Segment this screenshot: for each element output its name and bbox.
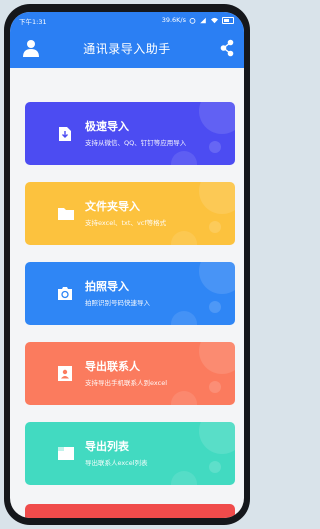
- photo-import-card[interactable]: 拍照导入 拍照识别号码快速导入: [25, 262, 235, 325]
- battery-icon: [222, 16, 234, 24]
- card-title: 拍照导入: [85, 280, 129, 293]
- app-screen: 下午1:31 39.6K/s 通讯录导入助手 极速导入 支持从微信、QQ、钉钉等…: [10, 12, 244, 518]
- wifi-icon: [211, 17, 218, 23]
- status-bar: 下午1:31 39.6K/s: [10, 12, 244, 28]
- partial-card[interactable]: [25, 504, 235, 518]
- decor-circle: [209, 381, 221, 393]
- card-subtitle: 支持从微信、QQ、钉钉等应用导入: [85, 139, 187, 147]
- card-title: 文件夹导入: [85, 200, 140, 213]
- decor-circle: [199, 262, 235, 294]
- decor-circle: [199, 102, 235, 134]
- folder-import-card[interactable]: 文件夹导入 支持excel、txt、vcf等格式: [25, 182, 235, 245]
- fast-import-card[interactable]: 极速导入 支持从微信、QQ、钉钉等应用导入: [25, 102, 235, 165]
- decor-circle: [171, 471, 197, 485]
- decor-circle: [171, 231, 197, 245]
- card-title: 导出联系人: [85, 360, 140, 373]
- decor-circle: [209, 141, 221, 153]
- card-subtitle: 拍照识别号码快速导入: [85, 299, 150, 307]
- status-time: 下午1:31: [19, 18, 47, 26]
- camera-icon: [58, 287, 72, 300]
- card-subtitle: 导出联系人excel列表: [85, 459, 148, 467]
- list-file-icon: [58, 447, 74, 460]
- decor-circle: [171, 311, 197, 325]
- card-title: 导出列表: [85, 440, 129, 453]
- decor-circle: [209, 221, 221, 233]
- share-icon[interactable]: [220, 39, 234, 57]
- card-title: 极速导入: [85, 120, 129, 133]
- decor-circle: [209, 461, 221, 473]
- alarm-icon: [189, 17, 196, 24]
- network-speed: 39.6K/s: [161, 16, 186, 24]
- export-list-card[interactable]: 导出列表 导出联系人excel列表: [25, 422, 235, 485]
- signal-icon: [200, 17, 206, 23]
- contact-card-icon: [58, 366, 72, 381]
- download-file-icon: [59, 127, 71, 141]
- app-header: 通讯录导入助手: [10, 28, 244, 68]
- card-subtitle: 支持excel、txt、vcf等格式: [85, 219, 167, 227]
- phone-frame: 下午1:31 39.6K/s 通讯录导入助手 极速导入 支持从微信、QQ、钉钉等…: [4, 4, 250, 525]
- decor-circle: [199, 422, 235, 454]
- decor-circle: [209, 301, 221, 313]
- status-right: 39.6K/s: [162, 16, 234, 24]
- page-title: 通讯录导入助手: [83, 42, 171, 56]
- card-subtitle: 支持导出手机联系人到excel: [85, 379, 167, 387]
- decor-circle: [171, 391, 197, 405]
- folder-icon: [58, 208, 74, 220]
- decor-circle: [199, 182, 235, 214]
- decor-circle: [171, 151, 197, 165]
- decor-circle: [199, 342, 235, 374]
- export-contacts-card[interactable]: 导出联系人 支持导出手机联系人到excel: [25, 342, 235, 405]
